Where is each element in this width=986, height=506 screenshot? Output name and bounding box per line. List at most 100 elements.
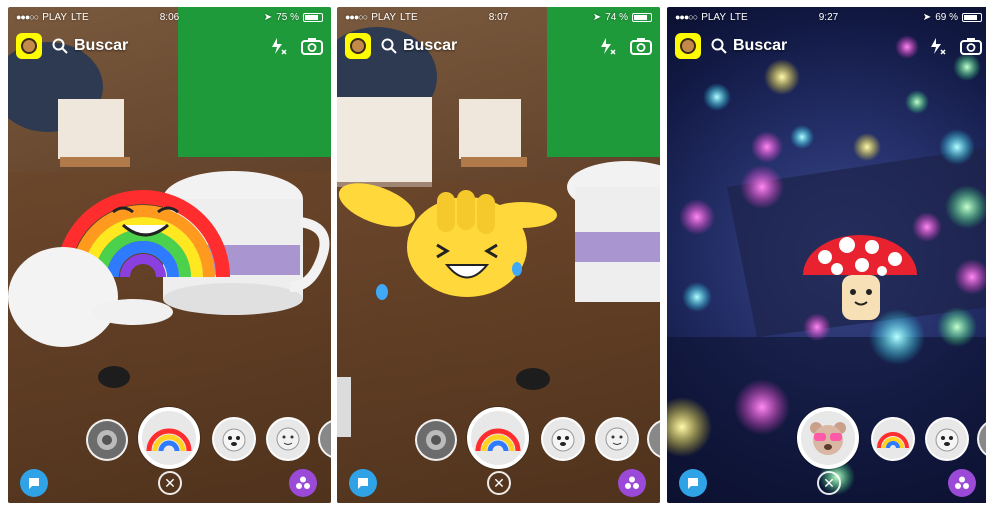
rainbow-lens-icon xyxy=(146,428,192,452)
bottom-bar: ✕ xyxy=(337,469,660,499)
flip-camera-icon xyxy=(301,38,323,55)
stories-button[interactable] xyxy=(948,469,976,497)
chat-icon xyxy=(29,478,39,489)
lens-dog[interactable] xyxy=(925,417,969,461)
location-icon: ➤ xyxy=(922,11,932,23)
battery-icon xyxy=(302,12,323,22)
search-bar[interactable]: Buscar xyxy=(52,37,269,55)
location-icon: ➤ xyxy=(592,11,602,23)
top-bar: Buscar xyxy=(8,27,331,65)
close-icon: ✕ xyxy=(823,474,835,491)
carrier-label: PLAY xyxy=(42,11,68,23)
search-label: Buscar xyxy=(403,37,458,54)
carrier-label: PLAY xyxy=(701,11,727,23)
carrier-label: PLAY xyxy=(371,11,397,23)
stories-button[interactable] xyxy=(618,469,646,497)
bitmoji-icon xyxy=(350,38,366,54)
search-icon xyxy=(52,38,68,54)
flip-camera-icon xyxy=(960,38,982,55)
lens-face[interactable] xyxy=(266,417,310,461)
search-icon xyxy=(381,38,397,54)
battery-percent: 75 % xyxy=(276,11,299,23)
lens-rainbow[interactable] xyxy=(467,407,529,469)
signal-indicator: ●●●○○ xyxy=(675,12,698,22)
lens-more[interactable] xyxy=(318,419,331,459)
phone-screen-2: ●●●○○ PLAY LTE 8:07 ➤ 74 % Buscar ✕ xyxy=(337,7,660,503)
bottom-bar: ✕ xyxy=(667,469,986,499)
phone-screen-3: ●●●○○ PLAY LTE 9:27 ➤ 69 % Buscar ✕ xyxy=(667,7,986,503)
profile-bitmoji-button[interactable] xyxy=(675,33,701,59)
stories-icon xyxy=(955,476,969,489)
bitmoji-icon xyxy=(680,38,696,54)
dog-lens-icon xyxy=(935,428,959,452)
lens-carousel xyxy=(667,407,986,469)
phone-screen-1: ●●●○○ PLAY LTE 8:06 ➤ 75 % Buscar ✕ xyxy=(8,7,331,503)
clock: 9:27 xyxy=(818,11,839,23)
stories-icon xyxy=(296,476,310,489)
flip-camera-button[interactable] xyxy=(630,37,652,55)
lens-portal[interactable] xyxy=(415,419,457,461)
lens-more[interactable] xyxy=(647,419,660,459)
stories-button[interactable] xyxy=(289,469,317,497)
search-icon xyxy=(711,38,727,54)
chat-icon xyxy=(358,478,368,489)
flash-off-icon xyxy=(272,38,287,55)
flash-off-button[interactable] xyxy=(598,37,616,55)
lens-face[interactable] xyxy=(595,417,639,461)
close-lens-button[interactable]: ✕ xyxy=(158,471,182,495)
bear-lens-icon xyxy=(810,422,846,455)
close-icon: ✕ xyxy=(164,474,176,491)
stories-icon xyxy=(625,476,639,489)
clock: 8:07 xyxy=(488,11,509,23)
network-label: LTE xyxy=(730,11,748,23)
close-lens-button[interactable]: ✕ xyxy=(817,471,841,495)
chat-icon xyxy=(688,478,698,489)
battery-percent: 74 % xyxy=(605,11,628,23)
lens-carousel xyxy=(8,407,331,469)
status-bar: ●●●○○ PLAY LTE 9:27 ➤ 69 % xyxy=(667,7,986,27)
search-bar[interactable]: Buscar xyxy=(711,37,928,55)
clock: 8:06 xyxy=(159,11,180,23)
face-lens-icon xyxy=(276,427,300,451)
flash-off-button[interactable] xyxy=(928,37,946,55)
lens-carousel xyxy=(337,407,660,469)
top-bar: Buscar xyxy=(667,27,986,65)
chat-button[interactable] xyxy=(679,469,707,497)
close-icon: ✕ xyxy=(493,474,505,491)
network-label: LTE xyxy=(71,11,89,23)
signal-indicator: ●●●○○ xyxy=(16,12,39,22)
flash-off-icon xyxy=(601,38,616,55)
portal-lens-icon xyxy=(426,430,446,450)
lens-bear[interactable] xyxy=(797,407,859,469)
lens-dog[interactable] xyxy=(541,417,585,461)
status-bar: ●●●○○ PLAY LTE 8:07 ➤ 74 % xyxy=(337,7,660,27)
flash-off-button[interactable] xyxy=(269,37,287,55)
flip-camera-button[interactable] xyxy=(301,37,323,55)
flash-off-icon xyxy=(931,38,946,55)
chat-button[interactable] xyxy=(349,469,377,497)
flip-camera-icon xyxy=(630,38,652,55)
lens-rainbow[interactable] xyxy=(138,407,200,469)
lens-more[interactable] xyxy=(977,419,986,459)
location-icon: ➤ xyxy=(263,11,273,23)
profile-bitmoji-button[interactable] xyxy=(16,33,42,59)
bottom-bar: ✕ xyxy=(8,469,331,499)
close-lens-button[interactable]: ✕ xyxy=(487,471,511,495)
search-label: Buscar xyxy=(74,37,129,54)
top-bar: Buscar xyxy=(337,27,660,65)
signal-indicator: ●●●○○ xyxy=(345,12,368,22)
lens-dog[interactable] xyxy=(212,417,256,461)
bitmoji-icon xyxy=(21,38,37,54)
flip-camera-button[interactable] xyxy=(960,37,982,55)
network-label: LTE xyxy=(400,11,418,23)
profile-bitmoji-button[interactable] xyxy=(345,33,371,59)
face-lens-icon xyxy=(605,427,629,451)
chat-button[interactable] xyxy=(20,469,48,497)
dog-lens-icon xyxy=(222,428,246,452)
lens-portal[interactable] xyxy=(86,419,128,461)
search-bar[interactable]: Buscar xyxy=(381,37,598,55)
battery-percent: 69 % xyxy=(935,11,958,23)
rainbow-lens-icon xyxy=(877,432,909,449)
lens-rainbow[interactable] xyxy=(871,417,915,461)
portal-lens-icon xyxy=(97,430,117,450)
